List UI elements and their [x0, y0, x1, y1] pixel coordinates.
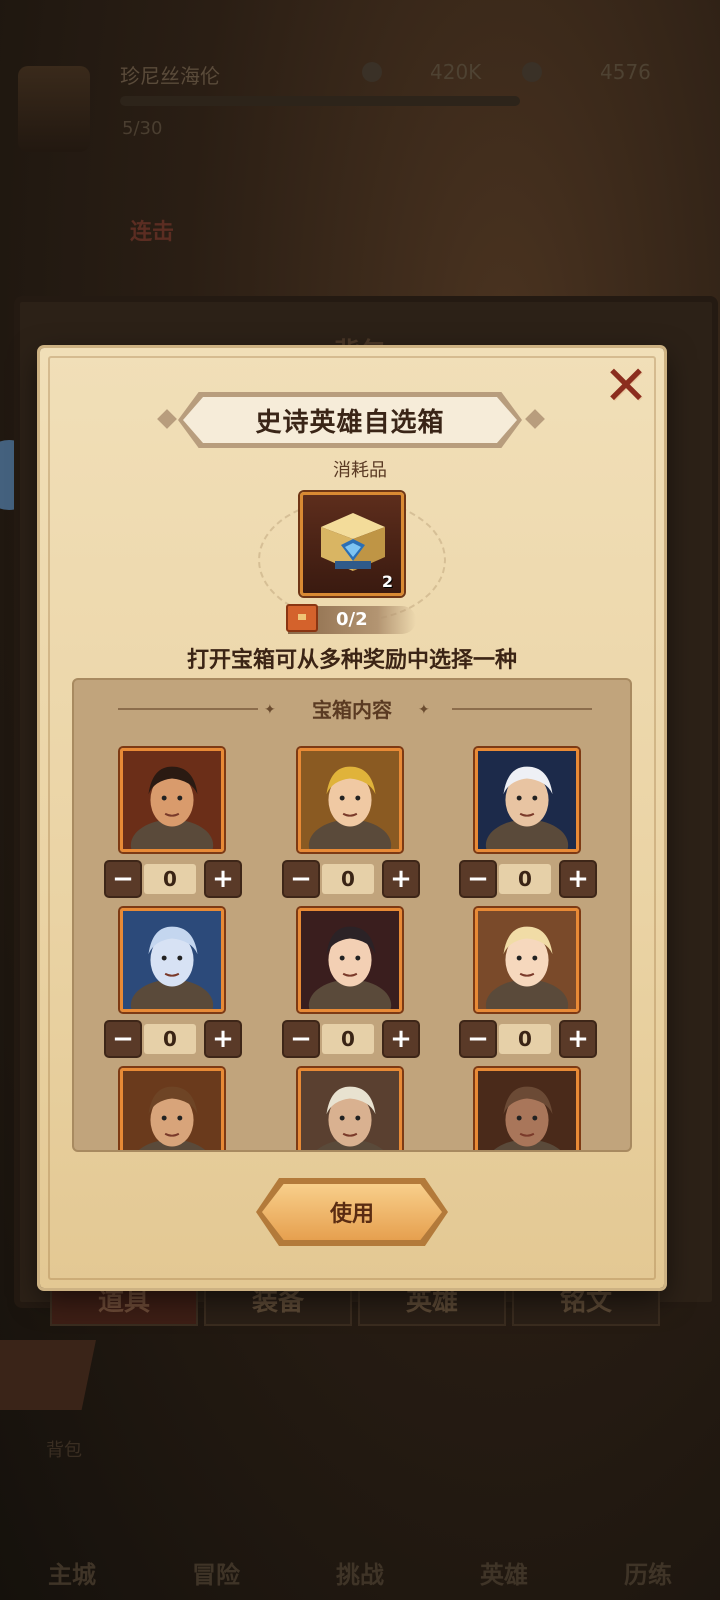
hero-option[interactable]: [104, 1068, 234, 1150]
experience-bar: [120, 96, 520, 106]
quantity-stepper[interactable]: −0 +: [104, 860, 242, 898]
quantity-value: 0: [499, 1024, 551, 1054]
plus-button[interactable]: +: [559, 1020, 597, 1058]
hero-avatar-icon: [301, 1071, 399, 1150]
quantity-stepper[interactable]: −0 +: [459, 1020, 597, 1058]
quantity-stepper[interactable]: −0 +: [459, 860, 597, 898]
quantity-stepper[interactable]: −0 +: [104, 1020, 242, 1058]
hero-option[interactable]: −0 +: [104, 908, 242, 1058]
nav-heroes: 英雄: [480, 1561, 528, 1589]
back-arrow-icon: [0, 1340, 96, 1410]
quantity-stepper[interactable]: −0 +: [282, 860, 420, 898]
player-name: 珍尼丝海伦: [120, 64, 220, 88]
quantity-value: 0: [144, 1024, 196, 1054]
minus-button[interactable]: −: [282, 1020, 320, 1058]
plus-button[interactable]: +: [559, 860, 597, 898]
hero-portrait-minotaur[interactable]: [475, 1068, 579, 1150]
dialog-title: 史诗英雄自选箱: [255, 407, 445, 438]
chest-icon: [321, 513, 385, 571]
title-banner: 史诗英雄自选箱: [178, 392, 522, 448]
plus-button[interactable]: +: [204, 1020, 242, 1058]
hero-portrait-cowboy[interactable]: [120, 1068, 224, 1150]
bottom-nav: 主城 冒险 挑战 英雄 历练: [0, 1450, 720, 1600]
chest-description: 打开宝箱可从多种奖励中选择一种: [186, 648, 517, 673]
hero-avatar-icon: [123, 1071, 221, 1150]
minus-button[interactable]: −: [104, 860, 142, 898]
minus-button[interactable]: −: [104, 1020, 142, 1058]
use-button[interactable]: 使用: [262, 1184, 442, 1240]
hero-option[interactable]: −0 +: [459, 908, 597, 1058]
hero-portrait-blonde-mage[interactable]: [475, 908, 579, 1012]
item-category: 消耗品: [333, 460, 387, 481]
hero-avatar-icon: [123, 751, 221, 849]
hero-avatar-icon: [478, 1071, 576, 1150]
hero-portrait-wizard[interactable]: [475, 748, 579, 852]
hero-portrait-nun[interactable]: [298, 908, 402, 1012]
level-text: 5/30: [122, 118, 163, 139]
plus-button[interactable]: +: [382, 860, 420, 898]
quantity-value: 0: [499, 864, 551, 894]
combo-label: 连击: [130, 220, 175, 245]
quantity-value: 0: [144, 864, 196, 894]
hero-portrait-ice-queen[interactable]: [120, 908, 224, 1012]
nav-adventure: 冒险: [192, 1561, 240, 1589]
hero-option[interactable]: −0 +: [282, 748, 420, 898]
quantity-value: 0: [322, 864, 374, 894]
star-icon: ✦: [418, 702, 430, 718]
gem-amount: 4576: [600, 60, 651, 84]
use-button-label: 使用: [329, 1202, 374, 1227]
player-avatar: [18, 66, 90, 152]
quantity-stepper[interactable]: −0 +: [282, 1020, 420, 1058]
hero-portrait-mustache-warrior[interactable]: [120, 748, 224, 852]
hero-option[interactable]: −0 +: [459, 748, 597, 898]
hero-portrait-hooded-hero[interactable]: [298, 1068, 402, 1150]
close-icon[interactable]: ✕: [602, 359, 650, 413]
hero-avatar-icon: [123, 911, 221, 1009]
gem-icon: [522, 62, 542, 82]
hero-option[interactable]: [459, 1068, 589, 1150]
plus-button[interactable]: +: [382, 1020, 420, 1058]
plus-button[interactable]: +: [204, 860, 242, 898]
hero-option[interactable]: −0 +: [282, 908, 420, 1058]
hero-avatar-icon: [301, 751, 399, 849]
hero-avatar-icon: [478, 911, 576, 1009]
item-count: 2: [381, 572, 393, 591]
chest-contents-panel[interactable]: ✦ 宝箱内容 ✦ −0 + −0 + −0 + −0 + −0 + −0 +: [72, 678, 632, 1152]
nav-main-city: 主城: [48, 1561, 96, 1589]
hero-avatar-icon: [301, 911, 399, 1009]
chest-item-slot: 2: [300, 492, 404, 596]
gold-amount: 420K: [430, 60, 482, 84]
minus-button[interactable]: −: [282, 860, 320, 898]
divider-right: [452, 708, 592, 710]
hero-avatar-icon: [478, 751, 576, 849]
hero-option[interactable]: −0 +: [104, 748, 242, 898]
chest-small-icon: [286, 604, 318, 632]
quantity-value: 0: [322, 1024, 374, 1054]
hero-option[interactable]: [282, 1068, 412, 1150]
hero-portrait-blonde-knight[interactable]: [298, 748, 402, 852]
minus-button[interactable]: −: [459, 1020, 497, 1058]
nav-challenge: 挑战: [336, 1561, 384, 1589]
progress-text: 0/2: [336, 609, 368, 630]
nav-training: 历练: [624, 1561, 672, 1589]
minus-button[interactable]: −: [459, 860, 497, 898]
gold-icon: [362, 62, 382, 82]
